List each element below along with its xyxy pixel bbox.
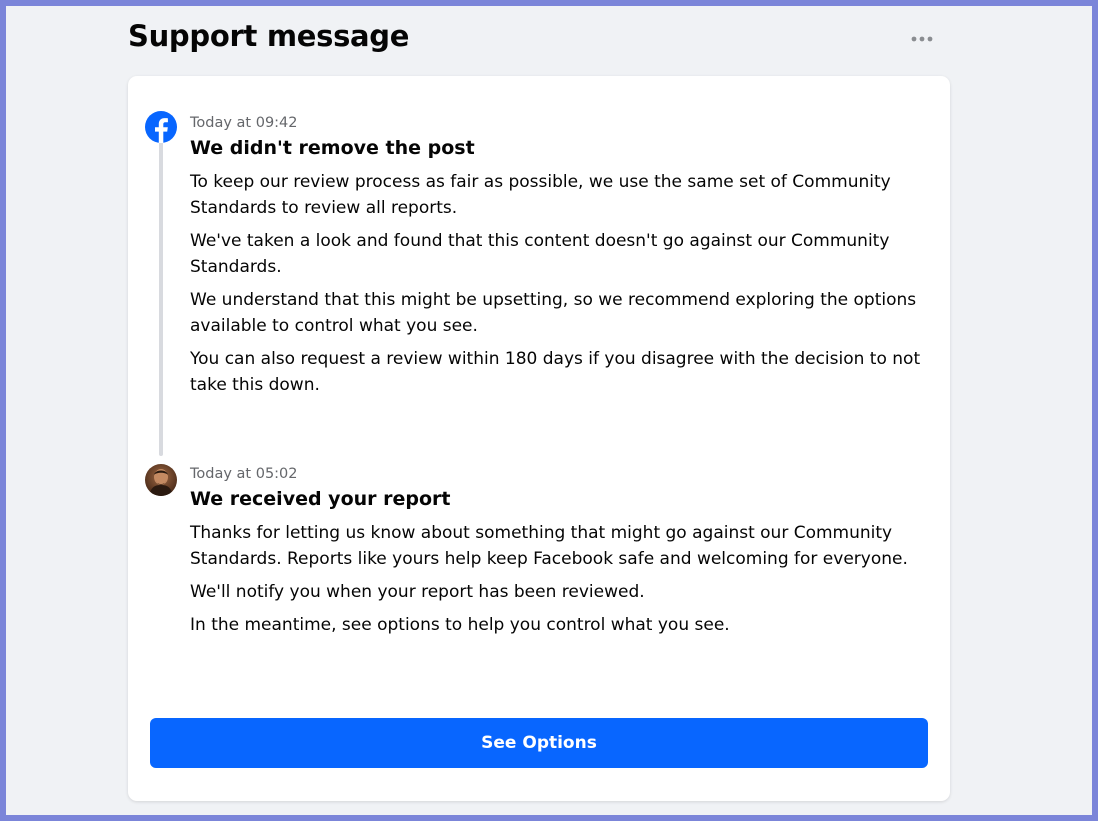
message-title: We received your report bbox=[190, 488, 451, 510]
more-options-button[interactable] bbox=[902, 28, 942, 50]
timeline-connector bbox=[159, 138, 163, 456]
more-horizontal-icon bbox=[911, 36, 933, 42]
message-report-received: Today at 05:02 We received your report T… bbox=[190, 465, 930, 645]
message-paragraph: We'll notify you when your report has be… bbox=[190, 582, 645, 602]
user-avatar bbox=[145, 464, 177, 496]
message-paragraph: In the meantime, see options to help you… bbox=[190, 615, 730, 635]
message-title: We didn't remove the post bbox=[190, 137, 475, 159]
message-paragraph: You can also request a review within 180… bbox=[190, 349, 921, 395]
message-removal-decision: Today at 09:42 We didn't remove the post… bbox=[190, 114, 930, 405]
message-paragraph: Thanks for letting us know about somethi… bbox=[190, 523, 908, 569]
app-frame: Support message Today at 09:42 We didn't… bbox=[6, 6, 1092, 815]
message-paragraph: We've taken a look and found that this c… bbox=[190, 231, 890, 277]
support-message-card: Today at 09:42 We didn't remove the post… bbox=[128, 76, 950, 801]
message-paragraph: To keep our review process as fair as po… bbox=[190, 172, 891, 218]
message-timestamp: Today at 05:02 bbox=[190, 466, 298, 482]
page-title: Support message bbox=[128, 19, 410, 53]
see-options-button[interactable]: See Options bbox=[150, 718, 928, 768]
facebook-logo-icon bbox=[145, 111, 177, 143]
message-timestamp: Today at 09:42 bbox=[190, 115, 298, 131]
message-paragraph: We understand that this might be upsetti… bbox=[190, 290, 917, 336]
